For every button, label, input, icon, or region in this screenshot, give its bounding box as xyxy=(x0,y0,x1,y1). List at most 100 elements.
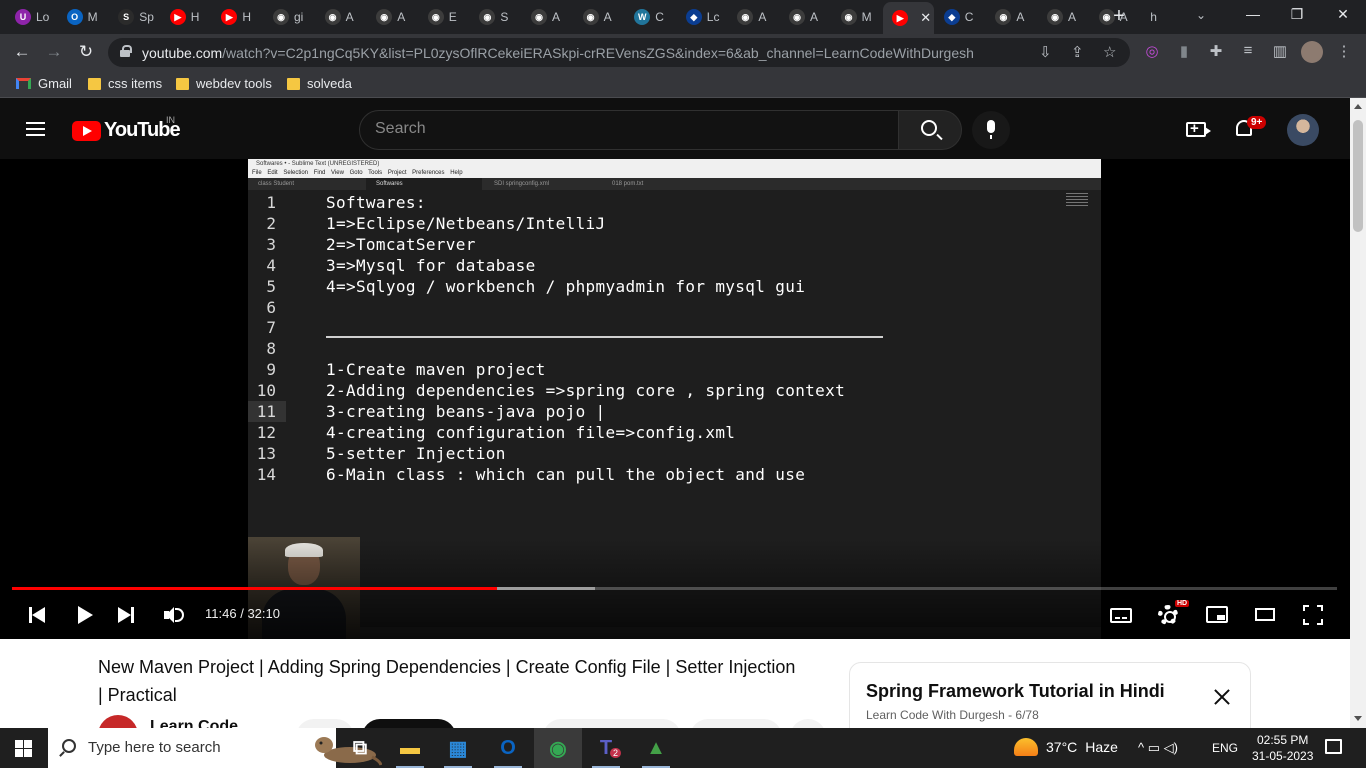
bookmark-css-items[interactable]: css items xyxy=(88,76,162,91)
bookmark-webdev-tools[interactable]: webdev tools xyxy=(176,76,272,91)
volume-icon[interactable] xyxy=(162,603,186,627)
side-panel-icon[interactable]: ▥ xyxy=(1269,42,1291,60)
taskbar-app[interactable]: ⧉ xyxy=(336,728,384,768)
taskbar-app[interactable]: O xyxy=(484,728,532,768)
browser-tab[interactable]: ◉ E xyxy=(419,4,470,30)
action-center-icon[interactable] xyxy=(1325,739,1342,754)
browser-tab[interactable]: ▶ ✕ xyxy=(883,2,935,34)
taskbar-search-input[interactable] xyxy=(88,739,288,756)
tab-label: A xyxy=(397,10,406,24)
media-controls-icon[interactable]: ≡ xyxy=(1237,42,1259,59)
weather-widget[interactable]: 37°C Haze xyxy=(1014,738,1118,756)
time-display: 11:46 / 32:10 xyxy=(205,606,280,621)
system-tray-icons[interactable]: ^ ▭ ◁) xyxy=(1138,740,1178,756)
progress-bar[interactable] xyxy=(12,587,1337,590)
chrome-menu-icon[interactable]: ⋮ xyxy=(1333,42,1355,60)
profile-avatar[interactable] xyxy=(1301,41,1323,63)
minimize-button[interactable]: — xyxy=(1243,6,1263,22)
playlist-title[interactable]: Spring Framework Tutorial in Hindi xyxy=(866,681,1165,702)
taskbar-app[interactable]: ◉ xyxy=(534,728,582,768)
install-app-icon[interactable]: ⇩ xyxy=(1039,43,1052,61)
tab-label: A xyxy=(1068,10,1077,24)
microsoft-store-icon: ▦ xyxy=(448,737,468,760)
browser-tab[interactable]: ◉ A xyxy=(574,4,625,30)
tab-favicon-icon: ◉ xyxy=(273,9,289,25)
scroll-up-icon[interactable] xyxy=(1354,104,1362,109)
browser-tab[interactable]: ◆ Lc xyxy=(677,4,728,30)
new-tab-button[interactable]: + xyxy=(1108,6,1130,28)
taskbar-app[interactable]: ▲ xyxy=(632,728,680,768)
browser-tab[interactable]: ◉ A xyxy=(780,4,831,30)
browser-tab[interactable]: ◉ A xyxy=(316,4,367,30)
url-text[interactable]: youtube.com/watch?v=C2p1ngCq5KY&list=PL0… xyxy=(142,45,974,61)
editor-tab: Softwares xyxy=(366,178,482,190)
browser-tab[interactable]: ◉ M xyxy=(832,4,883,30)
bookmark-gmail[interactable]: Gmail xyxy=(16,76,72,91)
menu-icon[interactable] xyxy=(26,122,45,136)
extension-color-icon[interactable]: ◎ xyxy=(1141,42,1163,60)
scroll-down-icon[interactable] xyxy=(1354,716,1362,721)
subtitles-icon[interactable] xyxy=(1110,608,1132,623)
previous-video-icon[interactable] xyxy=(26,603,50,627)
browser-tab[interactable]: U Lo xyxy=(6,4,57,30)
tab-favicon-icon: ▶ xyxy=(169,9,186,25)
close-icon[interactable] xyxy=(1212,687,1232,707)
search-input[interactable] xyxy=(375,120,875,138)
miniplayer-icon[interactable] xyxy=(1206,606,1228,623)
browser-tab[interactable]: WC xyxy=(625,4,676,30)
taskbar-search[interactable] xyxy=(48,728,382,768)
browser-tab[interactable]: OM xyxy=(58,4,109,30)
browser-tab[interactable]: ◆ C xyxy=(935,4,986,30)
voice-search-icon[interactable] xyxy=(972,111,1010,149)
tab-search-button[interactable]: ⌄ xyxy=(1196,8,1206,22)
play-icon[interactable] xyxy=(72,603,96,627)
fullscreen-icon[interactable] xyxy=(1303,605,1323,625)
browser-tab[interactable]: ◉ A xyxy=(1038,4,1089,30)
code-line: Softwares: xyxy=(326,193,426,212)
tab-favicon-icon: ◆ xyxy=(943,9,960,25)
extensions-puzzle-icon[interactable]: ✚ xyxy=(1205,42,1227,60)
taskbar-app[interactable]: T2 xyxy=(582,728,630,768)
next-video-icon[interactable] xyxy=(114,603,138,627)
create-video-icon[interactable] xyxy=(1186,120,1211,137)
extension-mic-icon[interactable]: ▮ xyxy=(1173,42,1195,60)
forward-button[interactable]: → xyxy=(43,42,65,62)
tab-close-icon[interactable]: ✕ xyxy=(920,10,931,26)
taskbar-clock[interactable]: 02:55 PM 31-05-2023 xyxy=(1252,732,1313,764)
back-button[interactable]: ← xyxy=(11,42,33,62)
restore-button[interactable]: ❐ xyxy=(1287,6,1307,23)
browser-tab[interactable]: ◉ gi xyxy=(264,4,315,30)
browser-tab[interactable]: ◉ A xyxy=(522,4,573,30)
taskbar-app[interactable]: ▬ xyxy=(386,728,434,768)
settings-gear-icon[interactable] xyxy=(1158,605,1178,625)
taskbar-app[interactable]: ▦ xyxy=(434,728,482,768)
haze-weather-icon xyxy=(1014,738,1038,756)
scroll-thumb[interactable] xyxy=(1353,120,1363,232)
browser-tab[interactable]: ◉ A xyxy=(367,4,418,30)
tab-label: gi xyxy=(294,10,304,24)
bookmark-star-icon[interactable]: ☆ xyxy=(1103,43,1116,61)
youtube-logo[interactable]: YouTube xyxy=(72,119,181,142)
address-bar[interactable]: youtube.com/watch?v=C2p1ngCq5KY&list=PL0… xyxy=(108,38,1130,67)
language-indicator[interactable]: ENG xyxy=(1212,741,1238,755)
browser-tab[interactable]: ◉ A xyxy=(728,4,779,30)
browser-tab[interactable]: ◉ S xyxy=(470,4,521,30)
line-number: 1 xyxy=(266,193,276,212)
bookmark-solveda[interactable]: solveda xyxy=(287,76,352,91)
browser-tab[interactable]: ◉ A xyxy=(986,4,1037,30)
code-line: 3-creating beans-java pojo | xyxy=(326,402,606,421)
theater-mode-icon[interactable] xyxy=(1255,608,1275,621)
search-button[interactable] xyxy=(898,110,962,150)
reload-button[interactable]: ↻ xyxy=(75,42,97,62)
browser-tab[interactable]: S Sp xyxy=(109,4,160,30)
video-player[interactable]: Softwares • - Sublime Text (UNREGISTERED… xyxy=(0,159,1350,639)
browser-tab[interactable]: ▶ H xyxy=(212,4,263,30)
page-scrollbar[interactable] xyxy=(1350,98,1366,728)
lock-icon[interactable] xyxy=(120,45,132,57)
window-close-button[interactable]: ✕ xyxy=(1333,6,1353,23)
share-icon[interactable]: ⇪ xyxy=(1071,43,1084,61)
browser-tab[interactable]: h xyxy=(1141,4,1192,30)
windows-start-icon[interactable] xyxy=(15,740,32,757)
browser-tab[interactable]: ▶ H xyxy=(161,4,212,30)
user-avatar[interactable] xyxy=(1287,114,1319,146)
